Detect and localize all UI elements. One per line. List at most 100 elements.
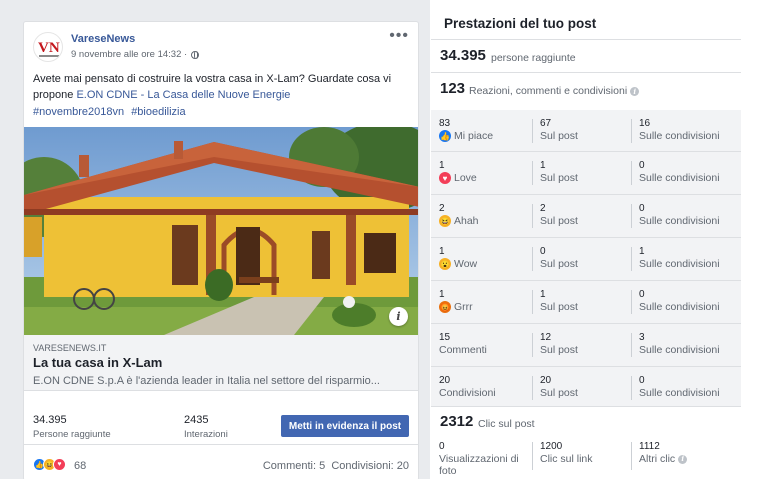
breakdown-label: Mi piace [454,130,494,142]
breakdown-shares-cell: 0 Sulle condivisioni [631,281,741,324]
info-icon[interactable]: i [630,86,640,96]
breakdown-row-comments: 15 Commenti 12 Sul post 3 Sulle condivis… [431,324,741,367]
breakdown-total: 83 [439,118,451,129]
breakdown-shares-cell: 16 Sulle condivisioni [631,110,741,153]
breakdown-on-post: 2 [540,203,546,214]
breakdown-label-wrap: ♥ Love [439,172,477,184]
link-clicks-cell: 1200 Clic sul link [532,436,630,479]
breakdown-label: Grrr [454,301,473,313]
breakdown-on-shares-label: Sulle condivisioni [639,344,720,356]
post-insights-panel: Prestazioni del tuo post 34.395 persone … [431,0,741,479]
breakdown-row-angry: 1 😡 Grrr 1 Sul post 0 Sulle condivisioni [431,281,741,324]
reactions-breakdown: 83 👍 Mi piace 67 Sul post 16 Sulle condiv… [431,110,741,406]
breakdown-total-cell: 1 😡 Grrr [431,281,531,324]
breakdown-on-shares: 16 [639,118,651,129]
other-clicks-label-wrap: Altri clic i [639,453,688,465]
breakdown-on-shares: 1 [639,246,645,257]
link-clicks-label: Clic sul link [540,453,593,465]
breakdown-on-shares-label: Sulle condivisioni [639,215,720,227]
breakdown-label: Wow [454,258,478,270]
clicks-total-label: Clic sul post [478,418,535,430]
breakdown-on-post: 12 [540,332,552,343]
breakdown-label: Ahah [454,215,479,227]
breakdown-post-cell: 2 Sul post [532,195,630,238]
breakdown-total: 15 [439,332,451,343]
breakdown-row-shares: 20 Condivisioni 20 Sul post 0 Sulle cond… [431,367,741,410]
hashtags: #novembre2018vn #bioedilizia [33,106,190,118]
interactions-value: 2435 [184,414,209,426]
engagement-total-label: Reazioni, commenti e condivisioni i [469,85,640,97]
house-photo [24,127,418,335]
info-icon[interactable]: i [389,307,408,326]
breakdown-shares-cell: 3 Sulle condivisioni [631,324,741,367]
breakdown-total: 1 [439,289,445,300]
breakdown-on-post: 67 [540,118,552,129]
tagged-page-link[interactable]: E.ON CDNE - La Casa delle Nuove Energie [76,89,290,101]
breakdown-on-shares: 0 [639,160,645,171]
reaction-count[interactable]: 68 [74,460,86,472]
post-header: VN VareseNews 9 novembre alle ore 14:32 … [24,22,418,66]
engagement-summary: 123 Reazioni, commenti e condivisioni i [431,74,741,107]
breakdown-shares-cell: 0 Sulle condivisioni [631,367,741,410]
page-logo[interactable]: VN [33,32,63,62]
breakdown-shares-cell: 0 Sulle condivisioni [631,195,741,238]
breakdown-on-post-label: Sul post [540,172,578,184]
timestamp-text[interactable]: 9 novembre alle ore 14:32 · [71,49,187,60]
breakdown-row-haha: 2 😆 Ahah 2 Sul post 0 Sulle condivisioni [431,195,741,238]
divider [431,39,741,40]
breakdown-row-like: 83 👍 Mi piace 67 Sul post 16 Sulle condiv… [431,110,741,153]
breakdown-on-post: 1 [540,160,546,171]
breakdown-on-post: 1 [540,289,546,300]
breakdown-total: 1 [439,246,445,257]
breakdown-label: Love [454,172,477,184]
link-domain: VARESENEWS.IT [33,343,107,353]
breakdown-total-cell: 1 😮 Wow [431,238,531,281]
divider [431,72,741,73]
shares-count[interactable]: Condivisioni: 20 [331,460,409,472]
link-image[interactable]: i [24,127,418,335]
breakdown-total-cell: 15 Commenti [431,324,531,367]
link-preview[interactable]: VARESENEWS.IT La tua casa in X-Lam E.ON … [24,335,418,391]
other-clicks-label: Altri clic [639,453,676,465]
breakdown-on-shares-label: Sulle condivisioni [639,301,720,313]
like-icon: 👍 [439,130,451,142]
photo-views-cell: 0 Visualizzazioni di foto [431,436,531,479]
breakdown-on-shares: 3 [639,332,645,343]
hashtag-link[interactable]: #novembre2018vn [33,106,124,118]
breakdown-label: Commenti [439,344,487,356]
engagement-total: 123 [440,80,466,97]
post-timestamp: 9 novembre alle ore 14:32 · [71,49,200,60]
post-stats: 34.395 Persone raggiunte 2435 Interazion… [24,403,418,445]
breakdown-on-post: 0 [540,246,546,257]
svg-text:VN: VN [38,40,60,56]
link-title[interactable]: La tua casa in X-Lam [33,355,162,370]
breakdown-row-wow: 1 😮 Wow 0 Sul post 1 Sulle condivisioni [431,238,741,281]
breakdown-post-cell: 1 Sul post [532,281,630,324]
reaction-icons[interactable]: 👍 😆 ♥ [33,458,66,471]
breakdown-on-shares: 0 [639,375,645,386]
link-clicks-value: 1200 [540,441,563,452]
breakdown-on-post-label: Sul post [540,258,578,270]
breakdown-total-cell: 1 ♥ Love [431,152,531,195]
page-name[interactable]: VareseNews [71,33,135,45]
photo-views-value: 0 [439,441,445,452]
breakdown-label: Condivisioni [439,387,496,399]
comments-count[interactable]: Commenti: 5 [263,460,325,472]
breakdown-on-post-label: Sul post [540,215,578,227]
boost-post-button[interactable]: Metti in evidenza il post [281,415,409,437]
breakdown-post-cell: 20 Sul post [532,367,630,410]
hashtag-link[interactable]: #bioedilizia [131,106,185,118]
breakdown-post-cell: 12 Sul post [532,324,630,367]
breakdown-total: 2 [439,203,445,214]
breakdown-total-cell: 20 Condivisioni [431,367,531,410]
post-card: VN VareseNews 9 novembre alle ore 14:32 … [23,21,419,479]
breakdown-post-cell: 67 Sul post [532,110,630,153]
clicks-total: 2312 [440,413,474,430]
reach-summary: 34.395 persone raggiunte [431,41,741,74]
breakdown-on-post-label: Sul post [540,344,578,356]
reach-total: 34.395 [440,47,486,64]
more-options-icon[interactable]: ••• [389,28,409,44]
comments-shares: Commenti: 5 Condivisioni: 20 [263,460,409,472]
info-icon[interactable]: i [678,454,688,464]
breakdown-shares-cell: 1 Sulle condivisioni [631,238,741,281]
